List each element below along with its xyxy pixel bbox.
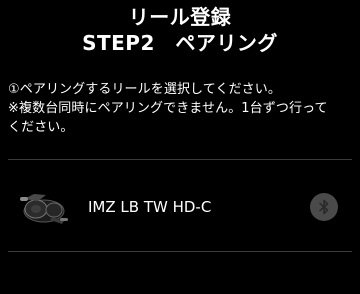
step-subtitle: STEP2 ペアリング xyxy=(82,31,278,55)
instruction-line-2: ※複数台同時にペアリングできません。1台ずつ行って xyxy=(8,101,328,116)
instruction-line-3: ください。 xyxy=(8,120,74,135)
device-list-item[interactable]: IMZ LB TW HD-C xyxy=(8,176,352,238)
page-header: リール登録 STEP2 ペアリング xyxy=(0,4,360,56)
instructions-text: ①ペアリングするリールを選択してください。 ※複数台同時にペアリングできません。… xyxy=(8,80,354,137)
list-divider-bottom xyxy=(8,251,352,252)
bluetooth-icon xyxy=(319,199,329,215)
instruction-line-1: ①ペアリングするリールを選択してください。 xyxy=(8,82,281,97)
device-name: IMZ LB TW HD-C xyxy=(88,198,212,216)
bluetooth-status-button[interactable] xyxy=(310,193,338,221)
page-title: リール登録 xyxy=(128,5,232,29)
list-divider-top xyxy=(8,159,352,160)
reel-image xyxy=(20,194,68,224)
